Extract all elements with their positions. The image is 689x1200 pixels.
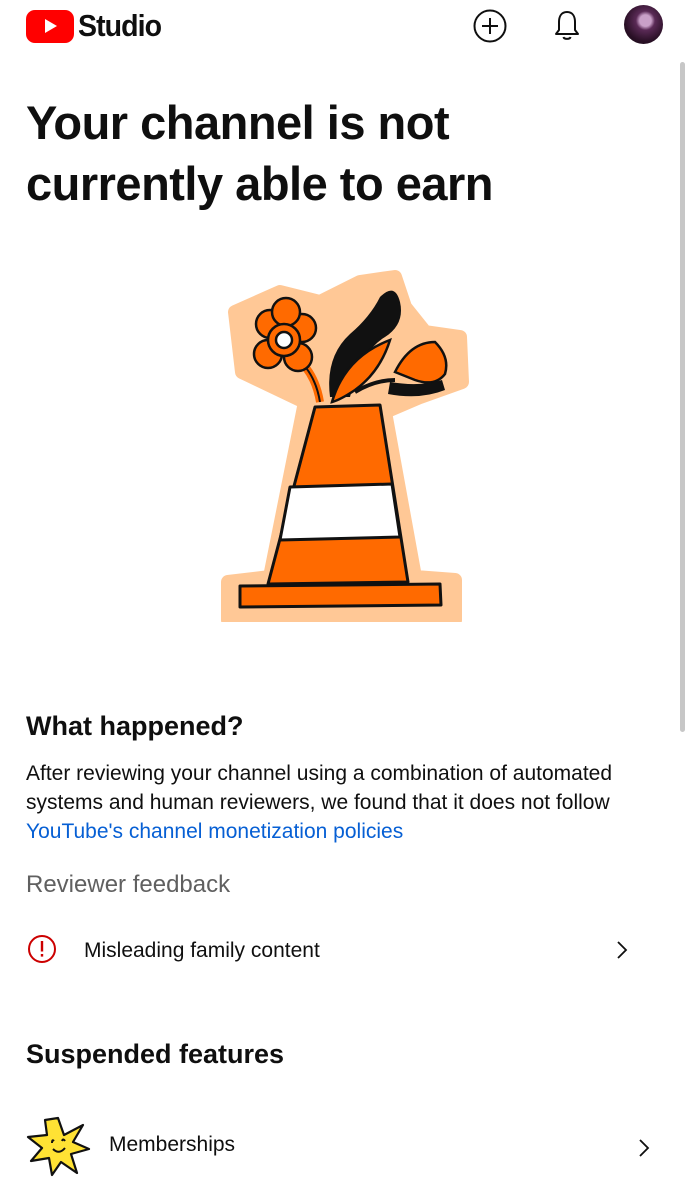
chevron-right-icon (617, 941, 628, 959)
suspended-features-heading: Suspended features (26, 1039, 285, 1069)
chevron-right-icon (639, 1139, 650, 1157)
brand-label: Studio (78, 8, 162, 43)
create-button[interactable] (470, 6, 510, 46)
what-happened-text: After reviewing your channel using a com… (26, 759, 656, 846)
monetization-status-page: Studio Your channel is not currently abl… (0, 0, 689, 1200)
studio-logo[interactable]: Studio (26, 8, 168, 44)
notifications-button[interactable] (547, 6, 587, 46)
notifications-bell-icon (555, 11, 579, 40)
feedback-item-label: Misleading family content (84, 939, 320, 962)
memberships-star-icon (26, 1116, 91, 1177)
youtube-logo-icon (26, 9, 74, 43)
what-happened-heading: What happened? (26, 711, 244, 741)
traffic-cone-illustration (221, 270, 469, 622)
memberships-label: Memberships (109, 1133, 236, 1156)
reviewer-feedback-label: Reviewer feedback (26, 871, 231, 898)
feedback-item-misleading-family-content[interactable]: Misleading family content (0, 930, 689, 972)
scrollbar[interactable] (680, 62, 685, 732)
account-avatar[interactable] (624, 5, 663, 44)
suspended-feature-memberships[interactable]: Memberships (0, 1115, 689, 1181)
alert-circle-icon (28, 935, 56, 963)
monetization-policies-link[interactable]: YouTube's channel monetization policies (26, 820, 403, 843)
create-plus-icon (473, 9, 507, 43)
top-app-bar: Studio (0, 0, 689, 52)
page-title: Your channel is not currently able to ea… (26, 96, 494, 210)
what-happened-body: After reviewing your channel using a com… (26, 762, 613, 814)
